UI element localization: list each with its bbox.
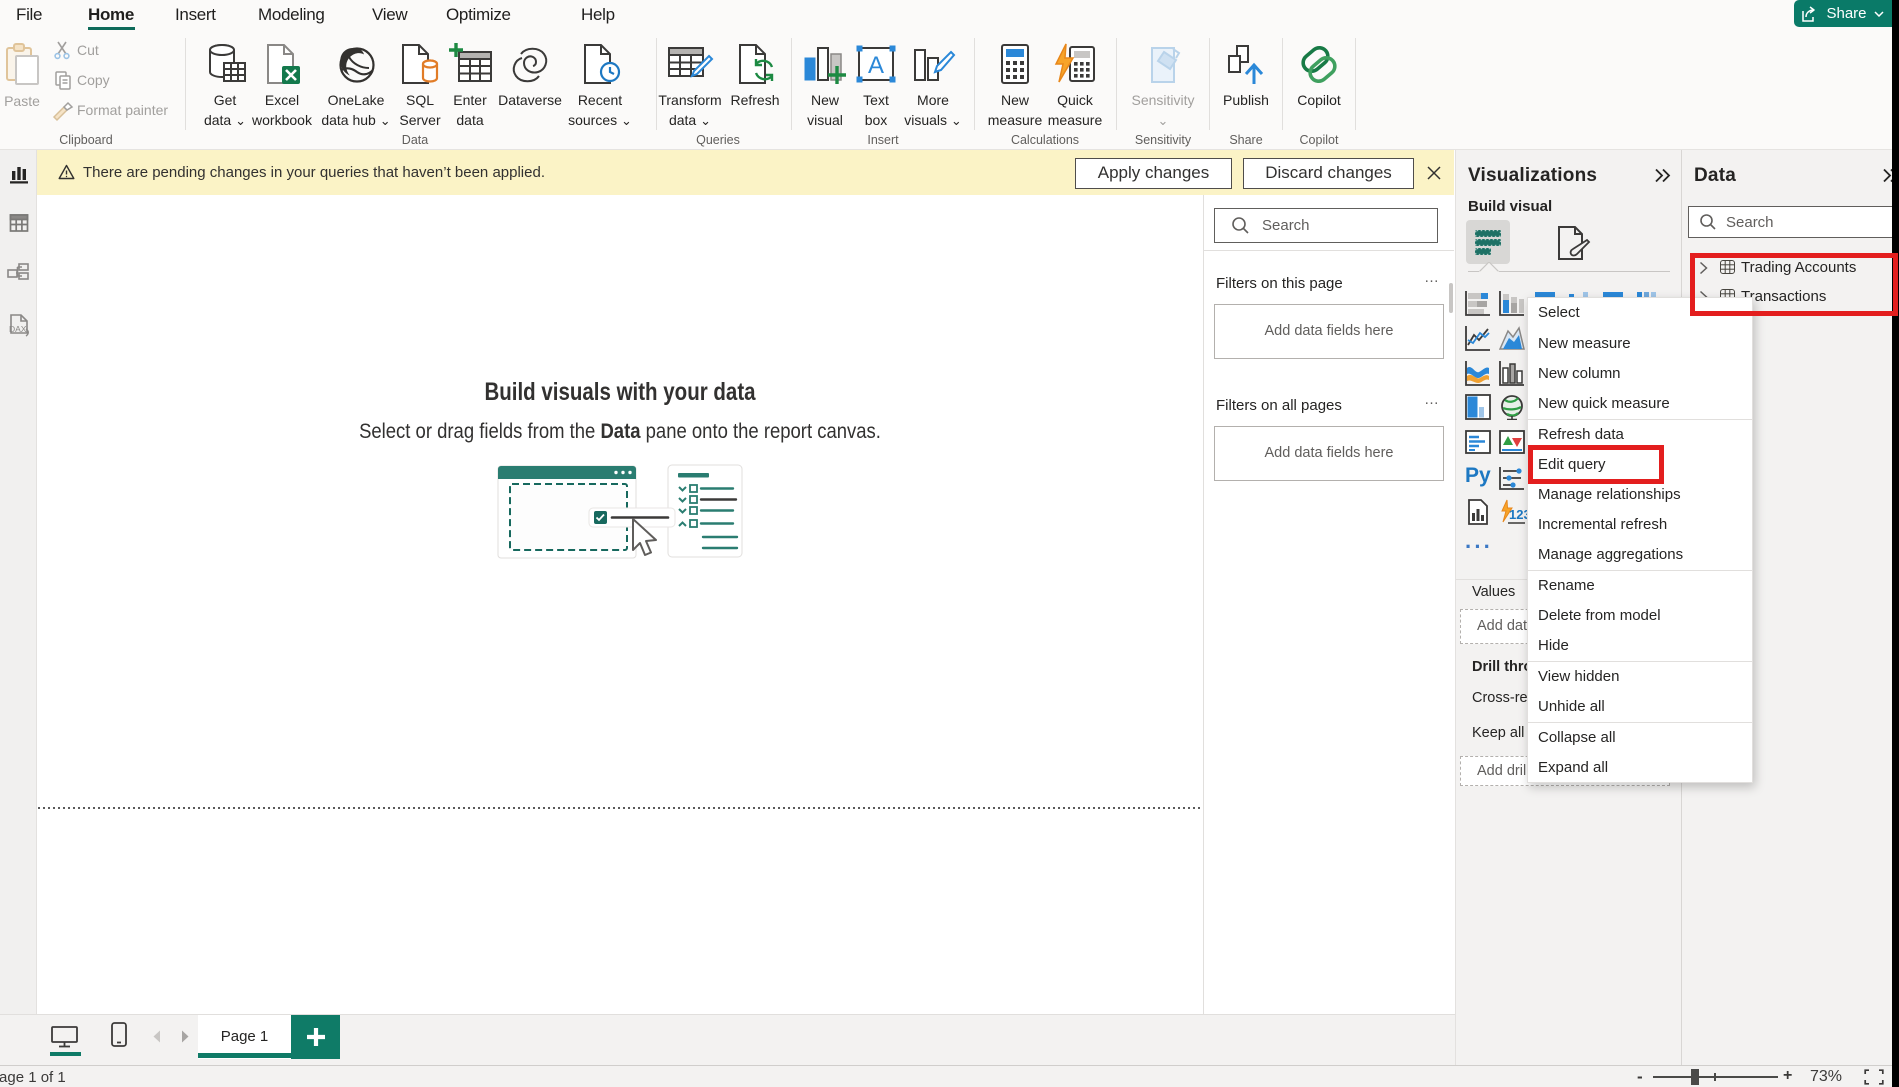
svg-text:A: A	[868, 52, 884, 79]
svg-text:DAX: DAX	[9, 324, 27, 334]
svg-text:123: 123	[1509, 507, 1527, 522]
